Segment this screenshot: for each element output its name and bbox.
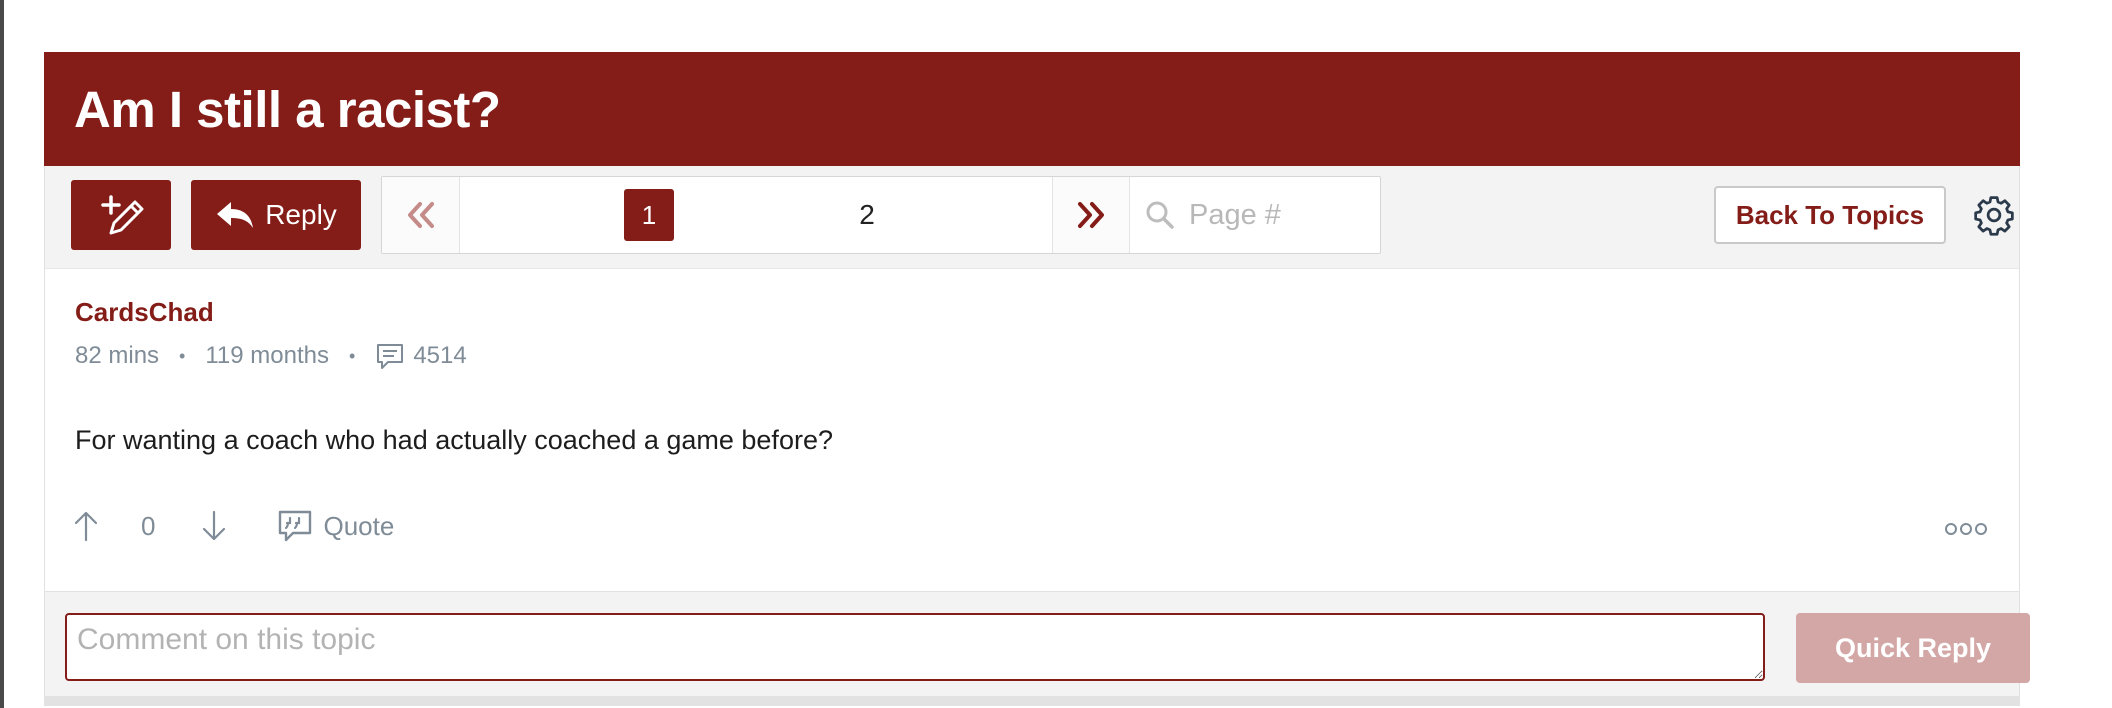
quote-button[interactable]: Quote [277, 509, 394, 543]
reply-arrow-icon [217, 202, 254, 228]
downvote-arrow-icon[interactable] [199, 509, 229, 543]
gear-icon [1974, 196, 2014, 236]
topic-container: Am I still a racist? Reply 1 2 Page # Ba… [44, 52, 2030, 708]
more-dot [1960, 523, 1972, 535]
page-number-input[interactable] [1189, 198, 1369, 232]
post-meta: 82 mins • 119 months • 4514 [75, 341, 467, 371]
post-card: CardsChad 82 mins • 119 months • 4514 Fo… [44, 268, 2020, 592]
page-link-1-current[interactable]: 1 [624, 189, 674, 241]
pagination: 1 2 [381, 176, 1381, 254]
more-dot [1945, 523, 1957, 535]
settings-button[interactable] [1971, 188, 2017, 242]
double-chevron-left-icon [407, 202, 434, 228]
window-edge [0, 0, 4, 708]
page-link-2[interactable]: 2 [842, 189, 892, 241]
first-page-button[interactable] [382, 177, 460, 253]
page-number-field [1131, 177, 1380, 253]
comment-input[interactable] [65, 613, 1765, 681]
new-post-button[interactable] [71, 180, 171, 250]
topic-header: Am I still a racist? [44, 52, 2020, 166]
reply-button-label: Reply [265, 199, 337, 230]
comment-icon [377, 344, 404, 369]
topic-toolbar: Reply 1 2 Back To [44, 166, 2020, 268]
author-post-count: 4514 [413, 342, 467, 369]
post-author[interactable]: CardsChad [75, 297, 214, 328]
last-page-button[interactable] [1052, 177, 1130, 253]
post-actions: 0 Quote [71, 509, 394, 543]
quote-label: Quote [323, 510, 395, 541]
quick-reply-composer: Quick Reply [44, 592, 2030, 706]
more-options-button[interactable] [1945, 523, 1987, 535]
double-chevron-right-icon [1078, 202, 1104, 228]
post-time: 82 mins [75, 342, 160, 369]
more-dot [1975, 523, 1987, 535]
quote-bubble-icon [279, 510, 312, 542]
member-tenure: 119 months [205, 342, 329, 369]
topic-title: Am I still a racist? [74, 80, 501, 138]
upvote-arrow-icon[interactable] [71, 509, 101, 543]
meta-separator: • [349, 345, 356, 366]
quick-reply-button[interactable]: Quick Reply [1796, 613, 2030, 683]
vote-count: 0 [141, 510, 156, 541]
search-icon [1146, 201, 1174, 229]
back-to-topics-button[interactable]: Back To Topics [1714, 186, 1946, 244]
post-body: For wanting a coach who had actually coa… [75, 425, 833, 455]
pencil-plus-icon [101, 195, 144, 235]
meta-separator: • [179, 345, 186, 366]
reply-button[interactable]: Reply [191, 180, 361, 250]
